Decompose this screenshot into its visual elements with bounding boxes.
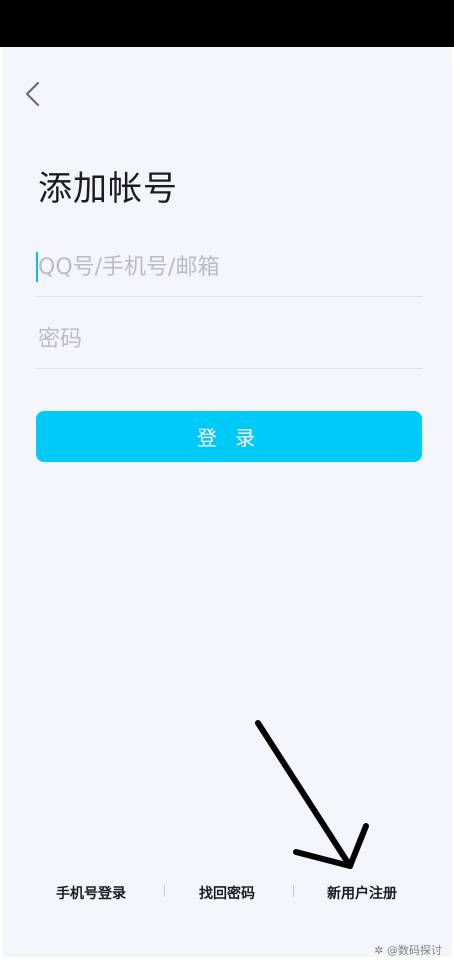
footer-divider [293, 885, 294, 897]
back-button[interactable] [16, 75, 56, 115]
recover-password-link[interactable]: 找回密码 [199, 883, 255, 903]
register-link[interactable]: 新用户注册 [327, 883, 397, 903]
watermark-text: @数码探讨 [387, 944, 442, 957]
footer-divider [164, 885, 165, 897]
account-input[interactable] [36, 238, 422, 296]
watermark-logo-icon: ✲ [374, 944, 387, 957]
chevron-left-icon [25, 81, 40, 107]
login-button[interactable]: 登 录 [36, 411, 422, 462]
password-input[interactable] [36, 310, 422, 368]
status-bar [0, 0, 454, 47]
add-account-screen: 添加帐号 登 录 手机号登录 找回密码 新用户注册 [2, 47, 452, 957]
watermark: ✲ @数码探讨 [374, 942, 442, 958]
password-field [36, 310, 422, 369]
account-field [36, 238, 422, 297]
page-title: 添加帐号 [38, 169, 178, 209]
phone-login-link[interactable]: 手机号登录 [56, 883, 126, 903]
